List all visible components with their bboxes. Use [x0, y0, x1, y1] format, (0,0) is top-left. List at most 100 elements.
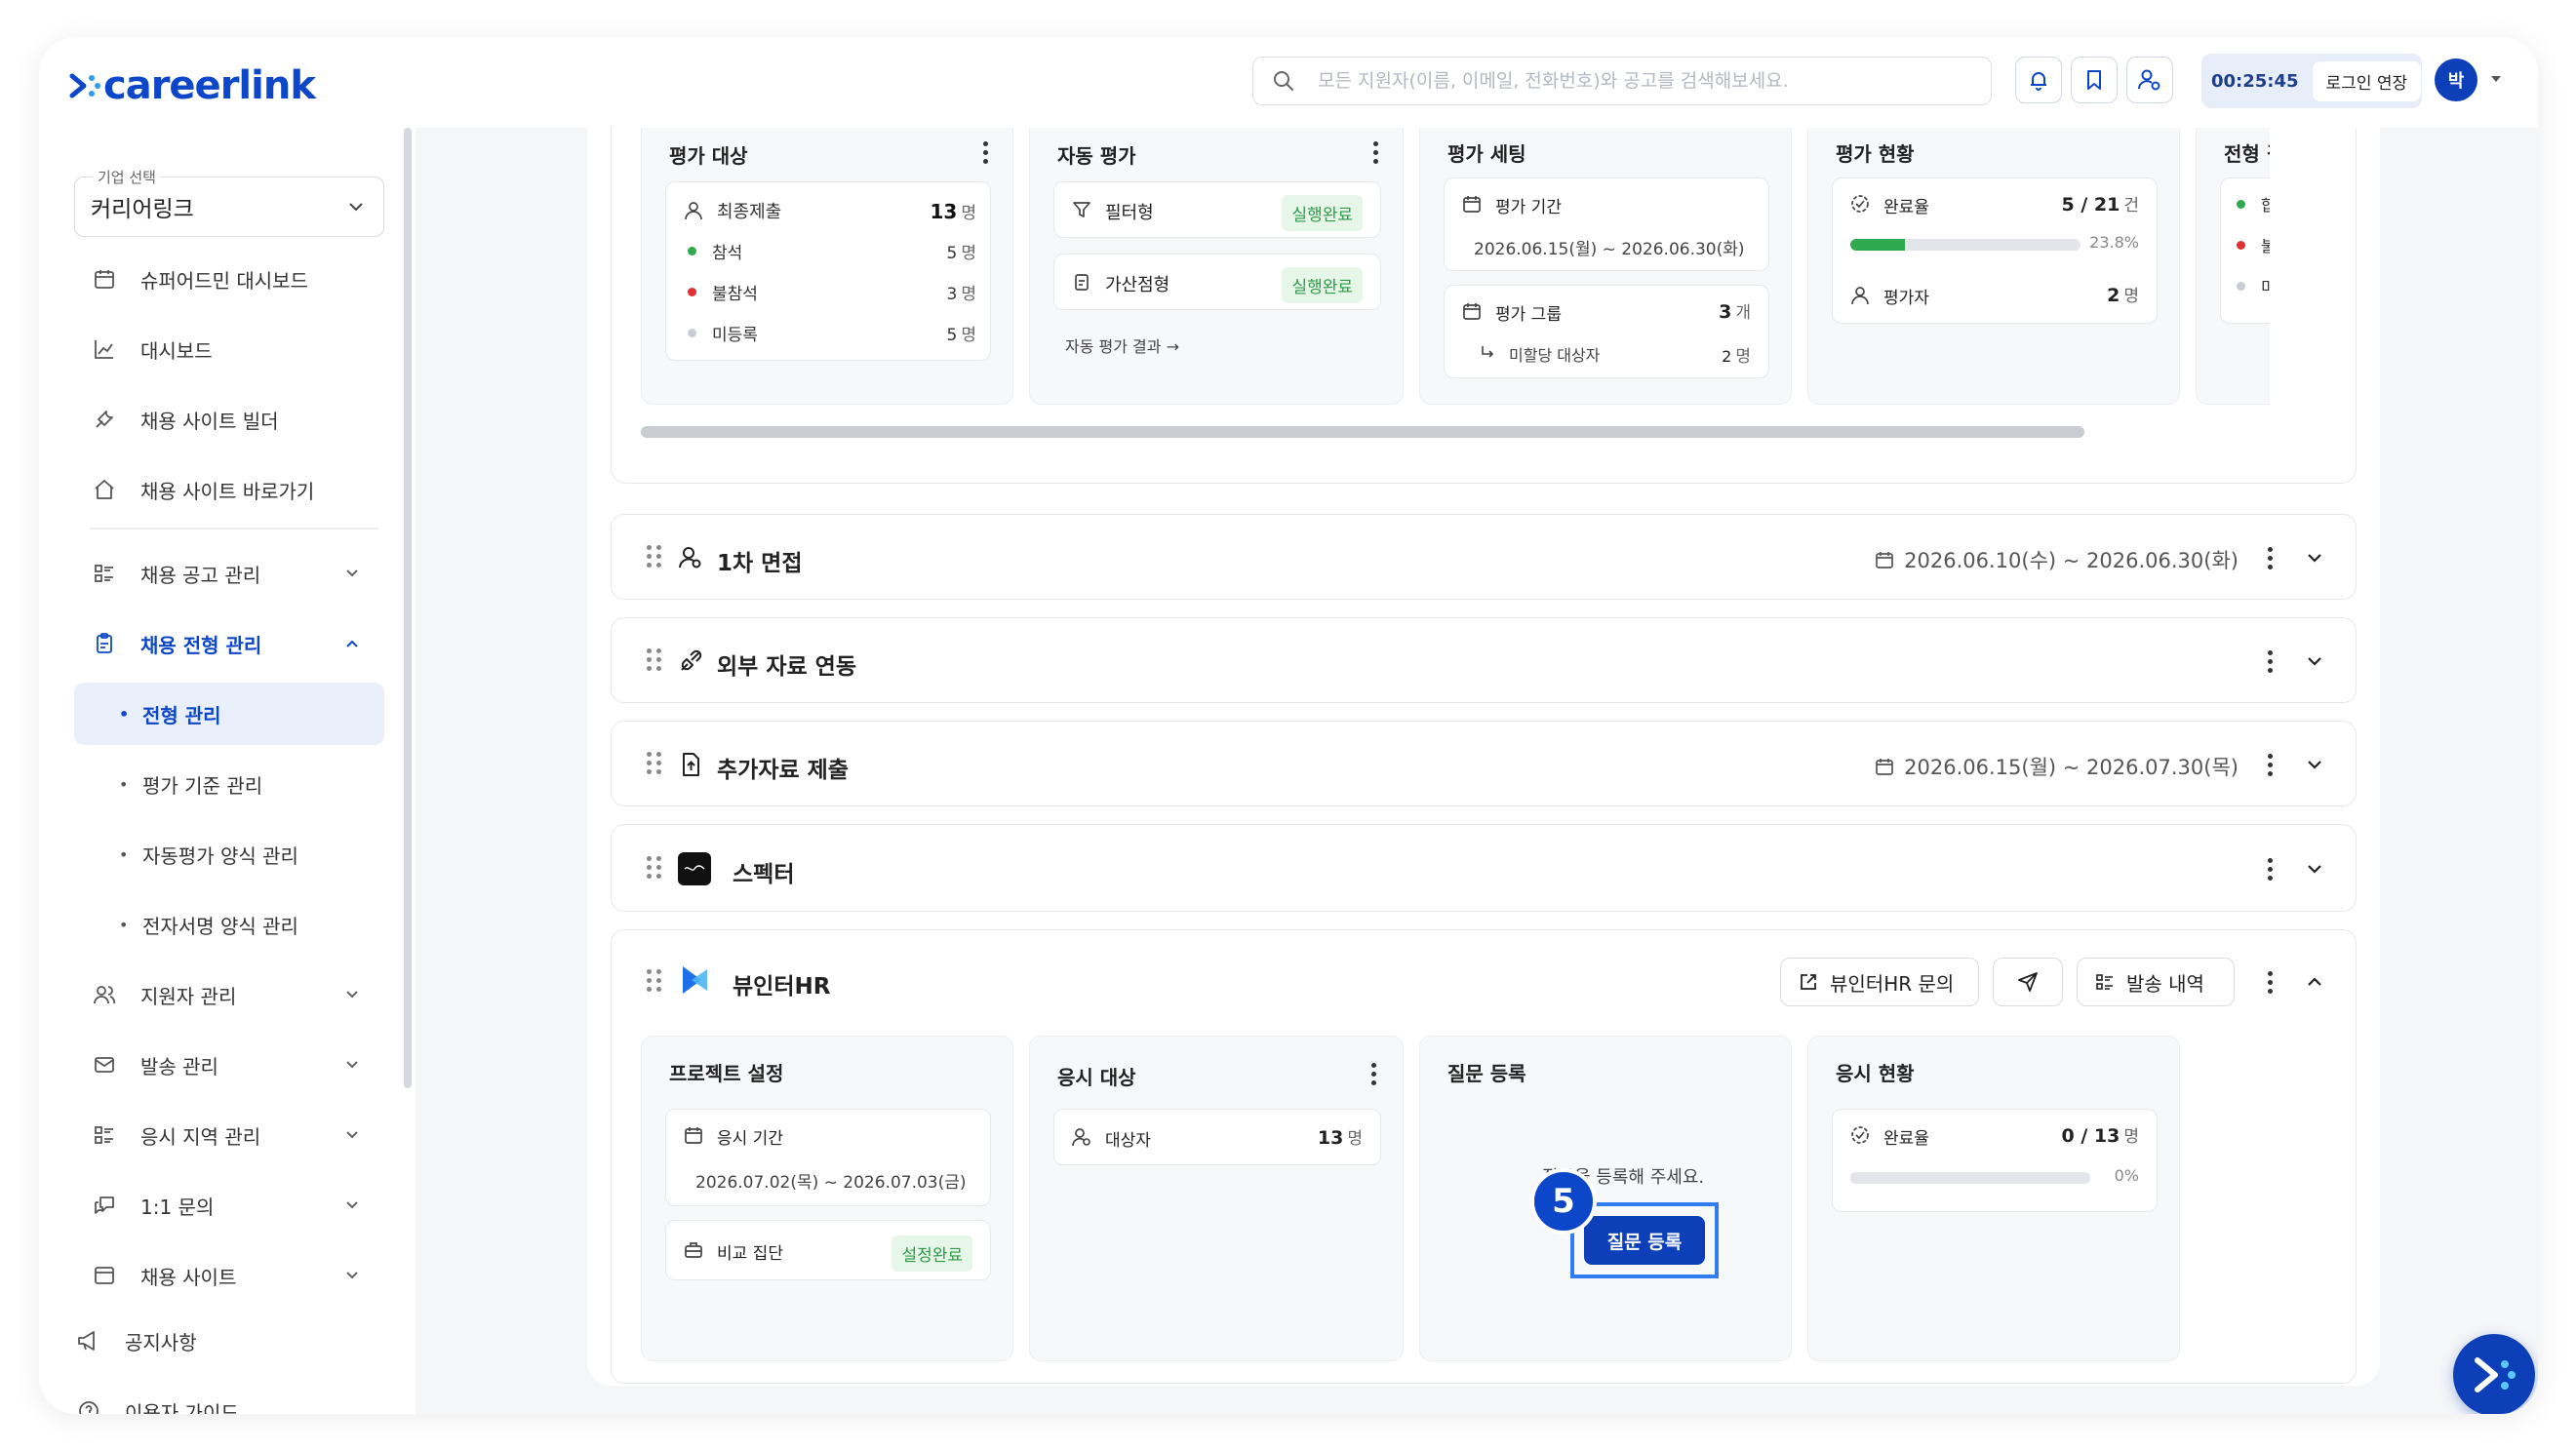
card-title: 질문 등록: [1447, 1062, 1526, 1085]
drag-handle-icon[interactable]: [647, 856, 661, 879]
send-history-button[interactable]: 발송 내역: [2077, 958, 2235, 1006]
viewinter-inquiry-button[interactable]: 뷰인터HR 문의: [1780, 958, 1979, 1006]
more-icon[interactable]: [2258, 857, 2281, 881]
card-title: 평가 현황: [1836, 142, 1915, 166]
sidebar-subitem-criteria[interactable]: 평가 기준 관리: [74, 753, 384, 815]
more-icon[interactable]: [2258, 546, 2281, 569]
sidebar: 기업 선택 커리어링크 슈퍼어드민 대시보드 대시보드 채용 사이트 빌더 채용…: [39, 128, 416, 1414]
logo[interactable]: careerlink: [68, 63, 316, 108]
card-title: 평가 세팅: [1447, 142, 1526, 166]
more-icon[interactable]: [2258, 970, 2281, 994]
user-guide-link[interactable]: 이용자 가이드: [62, 1387, 239, 1414]
sidebar-item-applicants[interactable]: 지원자 관리: [74, 964, 384, 1025]
chevron-down-icon: [346, 991, 358, 999]
global-search[interactable]: [1252, 57, 1992, 105]
session-timer: 00:25:45 로그인 연장: [2201, 54, 2422, 108]
search-input[interactable]: [1318, 70, 1981, 92]
sidebar-item-stage-management[interactable]: 채용 전형 관리: [74, 613, 384, 674]
stage-row-interview[interactable]: 1차 면접 2026.06.10(수) ~ 2026.06.30(화): [611, 514, 2357, 600]
sidebar-item-label: 지원자 관리: [140, 984, 237, 1008]
company-select-value: 커리어링크: [91, 197, 194, 222]
bonus-type-row[interactable]: 가산점형 실행완료: [1053, 254, 1381, 310]
drag-handle-icon[interactable]: [647, 752, 661, 774]
sidebar-subitem-stage[interactable]: 전형 관리: [74, 683, 384, 745]
calendar-icon: [1876, 552, 1894, 569]
card-title: 자동 평가: [1057, 144, 1136, 168]
chevron-up-icon[interactable]: [2305, 972, 2324, 992]
auto-eval-result-link[interactable]: 자동 평가 결과 →: [1065, 333, 1179, 357]
extend-login-button[interactable]: 로그인 연장: [2312, 60, 2422, 101]
stage-row-external[interactable]: 외부 자료 연동: [611, 617, 2357, 703]
sidebar-item-site-builder[interactable]: 채용 사이트 빌더: [74, 389, 384, 450]
stage-row-specter[interactable]: 스펙터: [611, 824, 2357, 912]
list-icon: [90, 559, 119, 588]
floating-help-button[interactable]: [2453, 1334, 2535, 1414]
sidebar-divider: [90, 528, 378, 529]
send-button[interactable]: [1993, 958, 2063, 1006]
sidebar-item-label: 슈퍼어드민 대시보드: [140, 268, 308, 293]
sidebar-item-site-shortcut[interactable]: 채용 사이트 바로가기: [74, 459, 384, 520]
compare-group-row[interactable]: 비교 집단 설정완료: [665, 1220, 991, 1280]
home-icon: [90, 475, 119, 504]
eval-progress-fill: [1850, 239, 1906, 251]
user-settings-button[interactable]: [2126, 57, 2173, 103]
chevron-down-icon[interactable]: [2305, 859, 2324, 879]
unregistered-row: 미등록 5명: [688, 319, 976, 346]
drag-handle-icon[interactable]: [647, 545, 661, 568]
eval-setting-card: 평가 세팅 평가 기간 2026.06.15(월) ~ 2026.06.30(화…: [1419, 128, 1792, 405]
sidebar-item-job-posting[interactable]: 채용 공고 관리: [74, 543, 384, 604]
exam-status-inner: 완료율 0 / 13 명 0%: [1832, 1109, 2158, 1212]
sidebar-subitem-esign-form[interactable]: 전자서명 양식 관리: [74, 893, 384, 956]
chevron-down-icon: [346, 1272, 358, 1279]
question-register-button[interactable]: 질문 등록: [1584, 1216, 1705, 1265]
chevron-down-icon[interactable]: [2305, 651, 2324, 671]
specter-logo: [678, 852, 711, 885]
drag-handle-icon[interactable]: [647, 969, 661, 992]
chart-icon: [90, 334, 119, 364]
chevron-down-icon: [346, 1201, 358, 1209]
stage-row-additional-docs[interactable]: 추가자료 제출 2026.06.15(월) ~ 2026.07.30(목): [611, 721, 2357, 806]
user-icon: [685, 202, 702, 220]
chevron-down-icon[interactable]: [2305, 548, 2324, 568]
more-icon[interactable]: [1364, 140, 1387, 164]
file-upload-icon: [683, 753, 699, 776]
stage-row-viewinter: 뷰인터HR 뷰인터HR 문의 발송 내역 프로젝트 설정 응시 기간 2026.…: [611, 929, 2357, 1384]
filter-icon: [1073, 202, 1090, 217]
horizontal-scrollbar[interactable]: [641, 426, 2084, 438]
notification-button[interactable]: [2015, 57, 2062, 103]
user-gear-icon: [2138, 69, 2160, 91]
more-icon[interactable]: [1362, 1062, 1385, 1085]
sidebar-item-recruit-site[interactable]: 채용 사이트: [74, 1245, 384, 1306]
bookmark-button[interactable]: [2071, 57, 2118, 103]
drag-handle-icon[interactable]: [647, 648, 661, 671]
caret-down-icon[interactable]: [2489, 74, 2503, 84]
main-content: 평가 대상 최종제출 13 명 참석 5명 불참석 3 명 미등록 5 명 자동…: [587, 128, 2380, 1386]
sidebar-subitem-auto-eval-form[interactable]: 자동평가 양식 관리: [74, 823, 384, 885]
sidebar-item-inquiry[interactable]: 1:1 문의: [74, 1175, 384, 1235]
more-icon[interactable]: [2258, 753, 2281, 776]
more-icon[interactable]: [973, 140, 997, 164]
clipboard-icon: [1075, 274, 1089, 291]
sidebar-item-dashboard[interactable]: 대시보드: [74, 319, 384, 379]
sidebar-item-exam-region[interactable]: 응시 지역 관리: [74, 1105, 384, 1165]
eval-period-box: 평가 기간 2026.06.15(월) ~ 2026.06.30(화): [1444, 177, 1769, 271]
bookmark-icon: [2087, 70, 2101, 90]
company-select-label: 기업 선택: [94, 167, 160, 187]
final-submit-row: 최종제출 13 명: [684, 196, 976, 225]
sidebar-scrollbar[interactable]: [404, 128, 412, 1088]
chevron-down-icon: [346, 1061, 358, 1069]
chevron-down-icon[interactable]: [2305, 755, 2324, 774]
exam-target-row[interactable]: 대상자 13 명: [1053, 1109, 1381, 1165]
panel-clip: [2270, 128, 2356, 420]
stage-title: 외부 자료 연동: [717, 654, 856, 680]
logo-text: careerlink: [103, 63, 316, 108]
filter-type-row[interactable]: 필터형 실행완료: [1053, 181, 1381, 238]
sidebar-item-sending[interactable]: 발송 관리: [74, 1035, 384, 1095]
sidebar-item-superadmin-dashboard[interactable]: 슈퍼어드민 대시보드: [74, 249, 384, 309]
notice-link[interactable]: 공지사항: [62, 1316, 197, 1365]
more-icon[interactable]: [2258, 649, 2281, 673]
megaphone-icon: [74, 1326, 103, 1355]
exam-period-box: 응시 기간 2026.07.02(목) ~ 2026.07.03(금): [665, 1109, 991, 1206]
exam-status-card: 응시 현황 완료율 0 / 13 명 0%: [1807, 1036, 2180, 1361]
avatar[interactable]: 박: [2435, 59, 2477, 101]
